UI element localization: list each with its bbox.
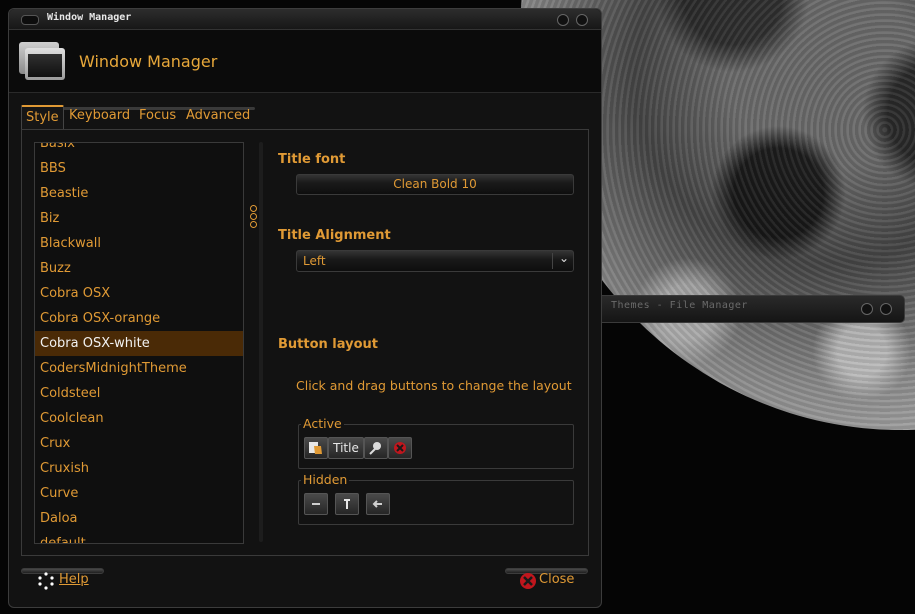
list-item-selected[interactable]: Cobra OSX-white — [35, 331, 243, 356]
chevron-down-icon: ⌄ — [558, 251, 569, 265]
minimize-icon[interactable] — [861, 303, 873, 315]
help-label: Help — [59, 572, 89, 587]
dialog-header: Window Manager — [9, 30, 601, 93]
style-tab-panel: Basix BBS Beastie Biz Blackwall Buzz Cob… — [21, 129, 589, 556]
tab-focus[interactable]: Focus — [135, 105, 180, 127]
list-item[interactable]: default — [35, 531, 243, 543]
scrollbar[interactable] — [259, 142, 263, 542]
title-button[interactable]: Title — [328, 437, 364, 459]
close-button[interactable]: Close — [505, 568, 588, 592]
minimize-icon[interactable] — [557, 14, 569, 26]
theme-list[interactable]: Basix BBS Beastie Biz Blackwall Buzz Cob… — [34, 142, 244, 544]
list-item[interactable]: Blackwall — [35, 231, 243, 256]
hidden-label: Hidden — [301, 472, 350, 487]
stick-button-icon[interactable] — [335, 493, 359, 515]
list-item[interactable]: BBS — [35, 156, 243, 181]
list-item[interactable]: Daloa — [35, 506, 243, 531]
hidden-buttons-frame: Hidden — [298, 472, 574, 525]
list-item[interactable]: Buzz — [35, 256, 243, 281]
list-item[interactable]: CodersMidnightTheme — [35, 356, 243, 381]
maximize-icon[interactable] — [880, 303, 892, 315]
title-alignment-label: Title Alignment — [278, 228, 391, 243]
close-icon — [520, 573, 536, 589]
list-item[interactable]: Cobra OSX-orange — [35, 306, 243, 331]
title-font-button[interactable]: Clean Bold 10 — [296, 174, 574, 195]
title-alignment-value: Left — [303, 254, 326, 268]
window-manager-icon — [19, 42, 65, 80]
list-item[interactable]: Beastie — [35, 181, 243, 206]
window-title: Window Manager — [47, 12, 132, 23]
list-item[interactable]: Coldsteel — [35, 381, 243, 406]
close-button-icon[interactable] — [388, 437, 412, 459]
title-alignment-select[interactable]: Left ⌄ — [296, 250, 574, 272]
active-buttons-frame: Active Title — [298, 416, 574, 469]
button-layout-label: Button layout — [278, 337, 379, 352]
close-label: Close — [539, 572, 575, 587]
pane-resize-handle[interactable] — [250, 205, 258, 231]
tab-keyboard[interactable]: Keyboard — [65, 105, 134, 127]
page-title: Window Manager — [79, 52, 218, 71]
button-layout-hint: Click and drag buttons to change the lay… — [296, 378, 572, 393]
titlebar[interactable]: Window Manager — [9, 9, 601, 30]
title-font-label: Title font — [278, 152, 346, 167]
list-item[interactable]: Cruxish — [35, 456, 243, 481]
minimize-button-icon[interactable] — [304, 493, 328, 515]
close-icon[interactable] — [576, 14, 588, 26]
active-label: Active — [301, 416, 344, 431]
window-menu-icon[interactable] — [21, 15, 39, 25]
help-icon — [38, 572, 54, 590]
themes-file-manager-window[interactable]: Themes - File Manager — [570, 295, 905, 323]
help-button[interactable]: Help — [21, 568, 104, 592]
list-item[interactable]: Biz — [35, 206, 243, 231]
tab-style[interactable]: Style — [21, 105, 64, 129]
list-item[interactable]: Crux — [35, 431, 243, 456]
window-title: Themes - File Manager — [611, 300, 748, 311]
maximize-button-icon[interactable] — [366, 493, 390, 515]
list-item[interactable]: Basix — [35, 143, 243, 156]
tab-advanced[interactable]: Advanced — [182, 105, 254, 127]
shade-button-icon[interactable] — [364, 437, 388, 459]
list-item[interactable]: Curve — [35, 481, 243, 506]
list-item[interactable]: Cobra OSX — [35, 281, 243, 306]
menu-button-icon[interactable] — [304, 437, 328, 459]
list-item[interactable]: Coolclean — [35, 406, 243, 431]
window-manager-window: Window Manager Window Manager Style Keyb… — [8, 8, 602, 608]
